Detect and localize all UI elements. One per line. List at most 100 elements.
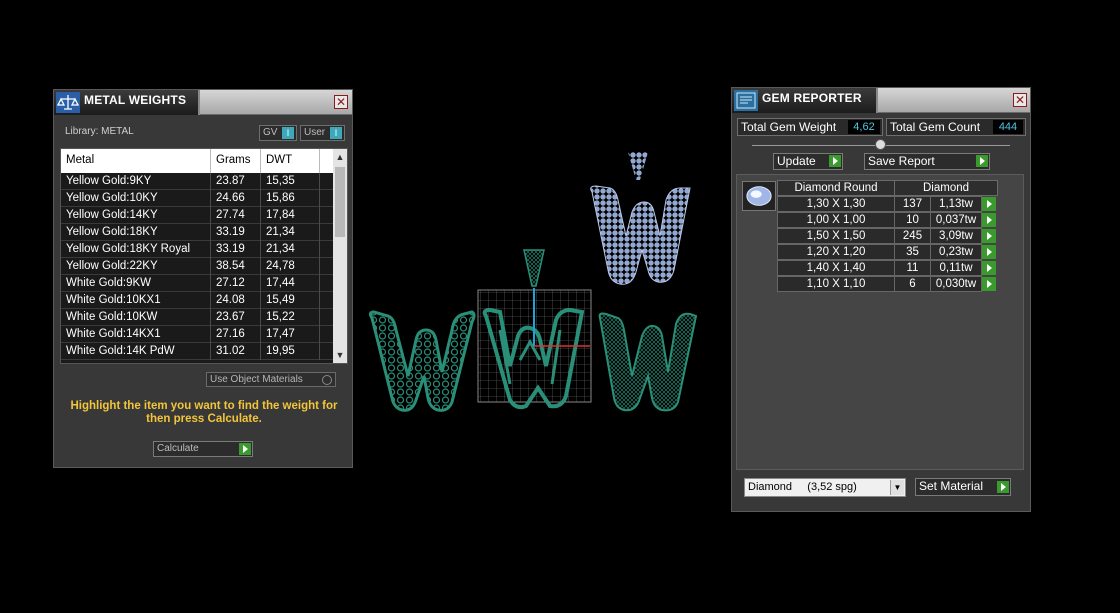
table-row[interactable]: Yellow Gold:18KY 33.19 21,34 <box>61 224 333 241</box>
solid-w-model[interactable] <box>598 312 698 412</box>
table-row[interactable]: Yellow Gold:9KY 23.87 15,35 <box>61 173 333 190</box>
close-button[interactable]: ✕ <box>334 95 348 109</box>
metal-grams: 33.19 <box>216 226 245 238</box>
use-object-materials-label: Use Object Materials <box>210 374 303 385</box>
play-icon <box>997 481 1009 493</box>
go-arrow-icon[interactable] <box>982 197 996 211</box>
save-report-button[interactable]: Save Report <box>864 153 990 170</box>
metal-table-header: Metal Grams DWT <box>61 149 333 173</box>
gv-toggle-key: I <box>282 127 294 139</box>
instruction-text: Highlight the item you want to find the … <box>70 400 338 425</box>
wireframe-w-model[interactable] <box>477 249 592 410</box>
metal-grams: 38.54 <box>216 260 245 272</box>
metal-weights-panel: METAL WEIGHTS ✕ Library: METAL GV I User… <box>53 89 353 468</box>
set-material-label: Set Material <box>919 479 984 493</box>
table-row[interactable]: Yellow Gold:14KY 27.74 17,84 <box>61 207 333 224</box>
close-button[interactable]: ✕ <box>1013 93 1027 107</box>
gem-reporter-panel: GEM REPORTER ✕ Total Gem Weight 4,62 Tot… <box>731 87 1031 512</box>
gem-row[interactable]: 1,40 X 1,40 11 0,11tw <box>777 260 997 276</box>
gem-shape-header: Diamond Round <box>777 180 895 196</box>
material-select[interactable]: Diamond (3,52 spg) ▼ <box>744 478 906 497</box>
gem-reporter-titlebar[interactable]: GEM REPORTER ✕ <box>732 88 1030 113</box>
go-arrow-icon[interactable] <box>982 229 996 243</box>
metal-name: White Gold:14KX1 <box>66 328 161 340</box>
gem-count: 137 <box>894 196 931 212</box>
radio-icon <box>322 375 332 385</box>
update-button[interactable]: Update <box>773 153 843 170</box>
metal-dwt: 17,44 <box>266 277 295 289</box>
gem-material-header: Diamond <box>894 180 998 196</box>
go-arrow-icon[interactable] <box>982 277 996 291</box>
table-row[interactable]: White Gold:10KX1 24.08 15,49 <box>61 292 333 309</box>
gem-row[interactable]: 1,50 X 1,50 245 3,09tw <box>777 228 997 244</box>
gem-size: 1,50 X 1,50 <box>777 228 895 244</box>
calculate-button[interactable]: Calculate <box>153 441 253 457</box>
set-material-button[interactable]: Set Material <box>915 478 1011 496</box>
scale-icon <box>56 92 80 113</box>
scroll-up-icon[interactable]: ▲ <box>334 151 346 163</box>
play-icon <box>976 155 988 167</box>
scroll-down-icon[interactable]: ▼ <box>334 349 346 361</box>
gv-toggle[interactable]: GV I <box>259 125 297 141</box>
go-arrow-icon[interactable] <box>982 261 996 275</box>
user-toggle[interactable]: User I <box>300 125 345 141</box>
metal-table: Metal Grams DWT Yellow Gold:9KY 23.87 15,3… <box>60 148 348 364</box>
metal-dwt: 21,34 <box>266 243 295 255</box>
total-gem-count-field: Total Gem Count 444 <box>886 118 1026 136</box>
column-header-dwt[interactable]: DWT <box>266 154 292 166</box>
metal-name: White Gold:14K PdW <box>66 345 175 357</box>
column-header-grams[interactable]: Grams <box>216 154 251 166</box>
scrollbar[interactable]: ▲ ▼ <box>333 149 347 363</box>
gem-size: 1,20 X 1,20 <box>777 244 895 260</box>
total-gem-count-label: Total Gem Count <box>890 120 981 134</box>
table-row[interactable]: White Gold:9KW 27.12 17,44 <box>61 275 333 292</box>
metal-dwt: 24,78 <box>266 260 295 272</box>
splitter-handle[interactable] <box>875 139 886 150</box>
metal-dwt: 19,95 <box>266 345 295 357</box>
gem-size: 1,10 X 1,10 <box>777 276 895 292</box>
gem-count: 11 <box>894 260 931 276</box>
column-header-metal[interactable]: Metal <box>66 154 94 166</box>
gem-row[interactable]: 1,30 X 1,30 137 1,13tw <box>777 196 997 212</box>
pave-w-model[interactable] <box>590 152 691 285</box>
honeycomb-w-model[interactable] <box>368 310 476 412</box>
3d-viewport[interactable] <box>360 140 720 430</box>
total-gem-weight-label: Total Gem Weight <box>741 120 837 134</box>
metal-name: Yellow Gold:14KY <box>66 209 158 221</box>
metal-name: Yellow Gold:9KY <box>66 175 152 187</box>
metal-grams: 33.19 <box>216 243 245 255</box>
diamond-round-icon[interactable] <box>742 181 776 211</box>
table-row[interactable]: White Gold:14K PdW 31.02 19,95 <box>61 343 333 360</box>
metal-grams: 27.12 <box>216 277 245 289</box>
gem-row[interactable]: 1,20 X 1,20 35 0,23tw <box>777 244 997 260</box>
save-report-label: Save Report <box>868 154 935 168</box>
material-select-value: Diamond (3,52 spg) <box>748 481 857 493</box>
metal-name: Yellow Gold:10KY <box>66 192 158 204</box>
metal-weights-titlebar[interactable]: METAL WEIGHTS ✕ <box>54 90 352 115</box>
metal-dwt: 15,35 <box>266 175 295 187</box>
use-object-materials-toggle[interactable]: Use Object Materials <box>206 372 336 387</box>
gem-size: 1,00 X 1,00 <box>777 212 895 228</box>
table-row[interactable]: White Gold:10KW 23.67 15,22 <box>61 309 333 326</box>
table-row[interactable]: Yellow Gold:22KY 38.54 24,78 <box>61 258 333 275</box>
gem-row[interactable]: 1,10 X 1,10 6 0,030tw <box>777 276 997 292</box>
metal-grams: 31.02 <box>216 345 245 357</box>
update-label: Update <box>777 154 816 168</box>
play-icon <box>829 155 841 167</box>
metal-grams: 27.16 <box>216 328 245 340</box>
metal-grams: 24.08 <box>216 294 245 306</box>
gem-count: 35 <box>894 244 931 260</box>
gem-row[interactable]: 1,00 X 1,00 10 0,037tw <box>777 212 997 228</box>
chevron-down-icon: ▼ <box>890 480 904 495</box>
scroll-thumb[interactable] <box>335 167 345 237</box>
user-toggle-label: User <box>304 127 326 138</box>
gem-count: 6 <box>894 276 931 292</box>
metal-weights-tab: METAL WEIGHTS <box>54 90 200 115</box>
metal-name: White Gold:10KX1 <box>66 294 161 306</box>
metal-name: Yellow Gold:18KY Royal <box>66 243 191 255</box>
table-row[interactable]: Yellow Gold:18KY Royal 33.19 21,34 <box>61 241 333 258</box>
go-arrow-icon[interactable] <box>982 213 996 227</box>
table-row[interactable]: White Gold:14KX1 27.16 17,47 <box>61 326 333 343</box>
table-row[interactable]: Yellow Gold:10KY 24.66 15,86 <box>61 190 333 207</box>
go-arrow-icon[interactable] <box>982 245 996 259</box>
